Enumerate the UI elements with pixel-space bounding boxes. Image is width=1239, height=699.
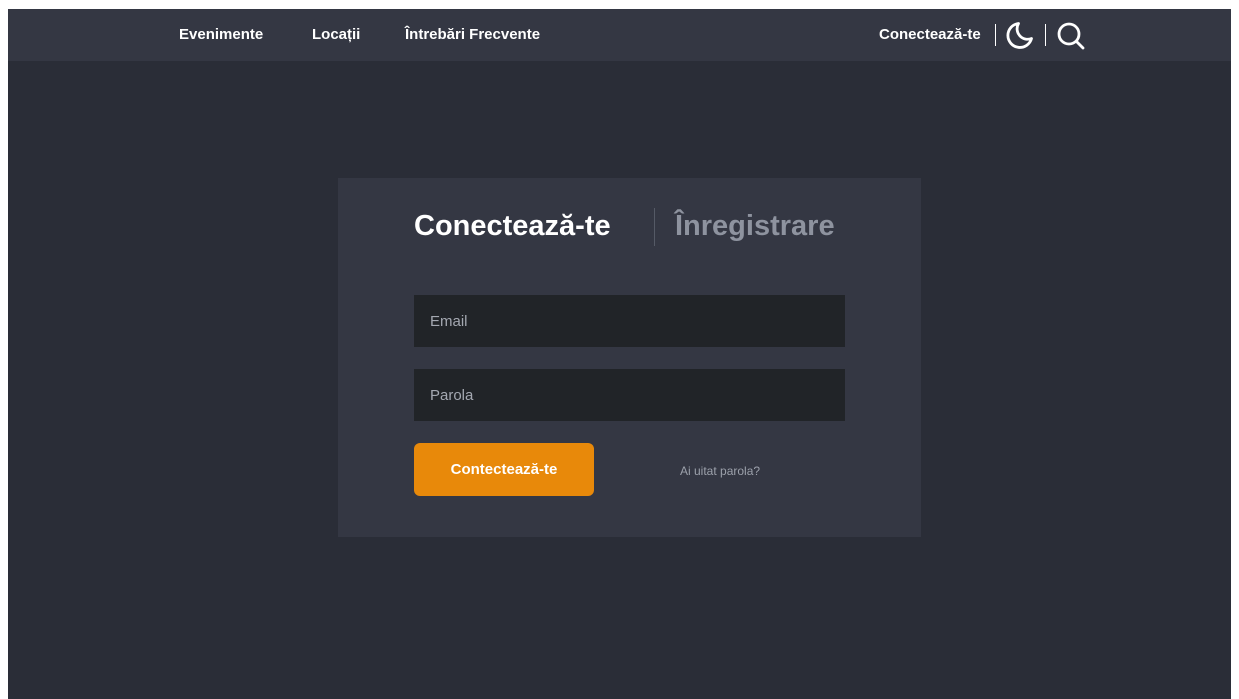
email-field[interactable] <box>414 295 845 347</box>
nav-link-events[interactable]: Evenimente <box>179 26 263 44</box>
nav-divider <box>1045 24 1046 46</box>
tab-divider <box>654 208 655 246</box>
tab-register[interactable]: Înregistrare <box>675 208 835 244</box>
search-icon[interactable] <box>1056 21 1085 50</box>
forgot-password-link[interactable]: Ai uitat parola? <box>680 464 760 478</box>
nav-link-locations[interactable]: Locații <box>312 26 360 44</box>
moon-icon[interactable] <box>1005 21 1034 50</box>
auth-card: Conectează-te Înregistrare Contectează-t… <box>338 178 921 537</box>
nav-link-faq[interactable]: Întrebări Frecvente <box>405 26 540 44</box>
app-window: Evenimente Locații Întrebări Frecvente C… <box>8 9 1231 699</box>
nav-divider <box>995 24 996 46</box>
top-navigation-bar: Evenimente Locații Întrebări Frecvente C… <box>8 9 1231 61</box>
tab-login[interactable]: Conectează-te <box>414 208 611 244</box>
password-field[interactable] <box>414 369 845 421</box>
login-button[interactable]: Contectează-te <box>414 443 594 496</box>
nav-login-link[interactable]: Conectează-te <box>879 26 981 44</box>
